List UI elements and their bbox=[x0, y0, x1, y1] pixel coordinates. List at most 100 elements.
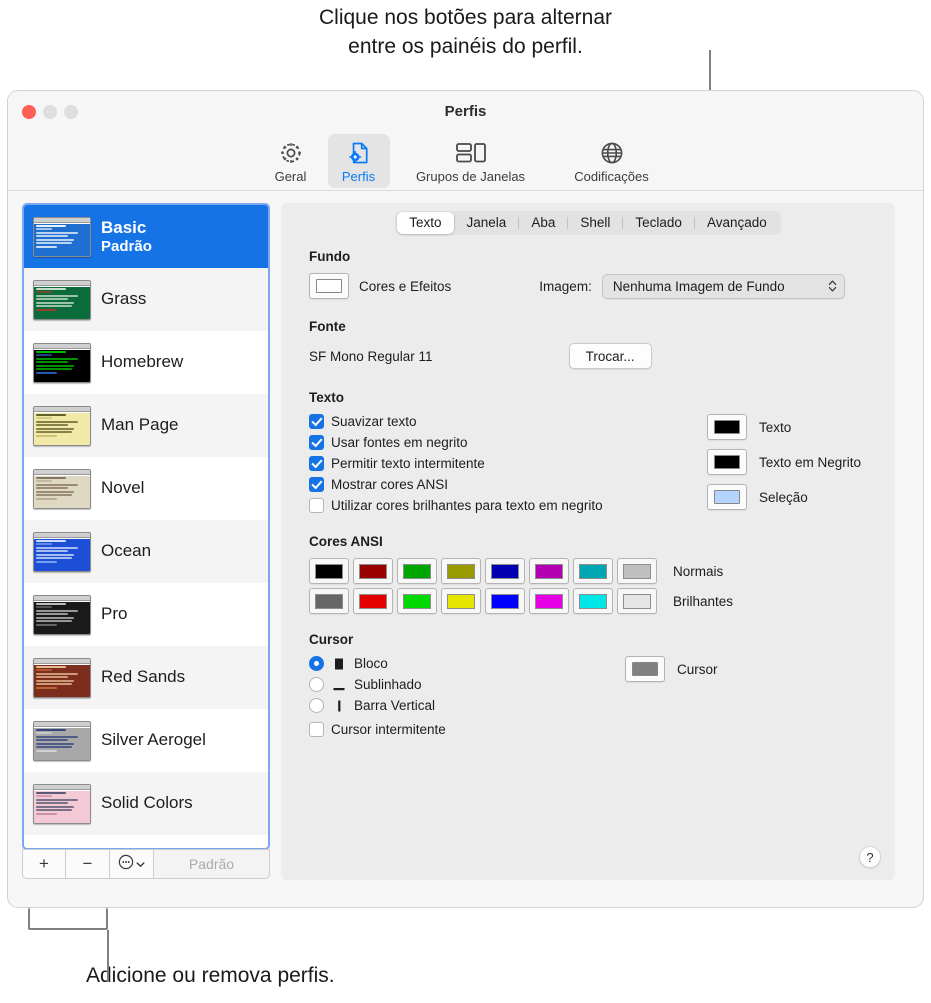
ansi-color-swatch-button[interactable] bbox=[309, 558, 349, 584]
ansi-color-swatch-button[interactable] bbox=[485, 588, 525, 614]
ansi-color-swatch-button[interactable] bbox=[485, 558, 525, 584]
tab-texto[interactable]: Texto bbox=[397, 212, 454, 234]
cursor-option-row[interactable]: Barra Vertical bbox=[309, 698, 609, 713]
window-groups-icon bbox=[455, 139, 487, 167]
ansi-row-label: Normais bbox=[673, 563, 724, 579]
cursor-color-swatch-button[interactable] bbox=[625, 656, 665, 682]
ansi-color-swatch bbox=[359, 563, 387, 579]
toolbar-item-geral[interactable]: Geral bbox=[260, 134, 322, 188]
cursor-option-row[interactable]: Bloco bbox=[309, 656, 609, 671]
cursor-blink-row[interactable]: Cursor intermitente bbox=[309, 722, 609, 737]
ansi-color-swatch bbox=[623, 593, 651, 609]
tab-janela[interactable]: Janela bbox=[455, 212, 519, 234]
background-color-swatch-button[interactable] bbox=[309, 273, 349, 299]
profile-thumbnail bbox=[33, 468, 91, 509]
callout-bottom-bracket bbox=[28, 908, 108, 930]
set-default-profile-button[interactable]: Padrão bbox=[154, 849, 270, 879]
text-color-swatch-button[interactable] bbox=[707, 484, 747, 510]
ansi-color-swatch-button[interactable] bbox=[353, 588, 393, 614]
ansi-color-swatch-button[interactable] bbox=[397, 588, 437, 614]
ansi-color-swatch-button[interactable] bbox=[617, 558, 657, 584]
ansi-color-swatch-button[interactable] bbox=[529, 588, 569, 614]
updown-chevron-icon bbox=[828, 279, 837, 294]
checkbox-label: Mostrar cores ANSI bbox=[331, 477, 449, 492]
profile-list-item[interactable]: Basic Padrão bbox=[24, 205, 268, 268]
tab-shell[interactable]: Shell bbox=[568, 212, 622, 234]
profile-list-item[interactable]: Solid Colors bbox=[24, 772, 268, 835]
ansi-color-swatch-button[interactable] bbox=[573, 588, 613, 614]
text-swatch-row: Texto bbox=[707, 414, 861, 440]
radio-button[interactable] bbox=[309, 698, 324, 713]
checkbox[interactable] bbox=[309, 435, 324, 450]
checkbox[interactable] bbox=[309, 456, 324, 471]
ansi-color-swatch-button[interactable] bbox=[573, 558, 613, 584]
profile-list-item[interactable]: Man Page bbox=[24, 394, 268, 457]
text-color-swatch-button[interactable] bbox=[707, 414, 747, 440]
ansi-color-swatch-button[interactable] bbox=[309, 588, 349, 614]
cursor-option-label: Barra Vertical bbox=[354, 698, 436, 713]
ansi-color-swatch bbox=[403, 563, 431, 579]
settings-tabbar[interactable]: Texto Janela Aba Shell Teclado Avançado bbox=[395, 211, 781, 235]
profile-name: Pro bbox=[101, 604, 128, 624]
ansi-color-swatch bbox=[579, 593, 607, 609]
checkbox[interactable] bbox=[309, 414, 324, 429]
text-checkbox-group: Suavizar texto Usar fontes em negrito Perm… bbox=[309, 414, 689, 519]
toolbar-item-codificacoes[interactable]: Codificações bbox=[552, 134, 672, 188]
profile-name: Silver Aerogel bbox=[101, 730, 206, 750]
profile-list-item[interactable]: Novel bbox=[24, 457, 268, 520]
checkbox[interactable] bbox=[309, 498, 324, 513]
profile-default-badge: Padrão bbox=[101, 238, 152, 256]
ansi-color-swatch-button[interactable] bbox=[529, 558, 569, 584]
profile-list-toolbar: + − Padrão bbox=[22, 849, 270, 879]
profile-list-item[interactable]: Ocean bbox=[24, 520, 268, 583]
add-profile-button[interactable]: + bbox=[22, 849, 66, 879]
remove-profile-button[interactable]: − bbox=[66, 849, 110, 879]
text-color-swatch-button[interactable] bbox=[707, 449, 747, 475]
profile-list-item[interactable]: Silver Aerogel bbox=[24, 709, 268, 772]
radio-button[interactable] bbox=[309, 656, 324, 671]
cursor-swatch-group: Cursor bbox=[625, 656, 718, 682]
cursor-option-row[interactable]: Sublinhado bbox=[309, 677, 609, 692]
background-image-label: Imagem: bbox=[539, 278, 592, 294]
toolbar-item-grupos-de-janelas[interactable]: Grupos de Janelas bbox=[396, 134, 546, 188]
ansi-color-swatch-button[interactable] bbox=[397, 558, 437, 584]
checkbox[interactable] bbox=[309, 477, 324, 492]
cursor-swatch-label: Cursor bbox=[677, 661, 718, 677]
gear-icon bbox=[278, 139, 304, 167]
text-checkbox-row[interactable]: Suavizar texto bbox=[309, 414, 689, 429]
profile-list-item[interactable]: Homebrew bbox=[24, 331, 268, 394]
ansi-color-swatch-button[interactable] bbox=[617, 588, 657, 614]
background-image-select[interactable]: Nenhuma Imagem de Fundo bbox=[601, 273, 845, 299]
text-color-swatch bbox=[714, 490, 740, 504]
checkbox[interactable] bbox=[309, 722, 324, 737]
profile-actions-menu-button[interactable] bbox=[110, 849, 154, 879]
help-button[interactable]: ? bbox=[859, 846, 881, 868]
preferences-toolbar: Geral Perfis Grupos de Janelas Codificaç… bbox=[8, 134, 923, 190]
tab-avançado[interactable]: Avançado bbox=[695, 212, 779, 234]
text-checkbox-row[interactable]: Usar fontes em negrito bbox=[309, 435, 689, 450]
profile-list-item[interactable]: Pro bbox=[24, 583, 268, 646]
radio-button[interactable] bbox=[309, 677, 324, 692]
section-title-fonte: Fonte bbox=[309, 319, 346, 334]
text-checkbox-row[interactable]: Utilizar cores brilhantes para texto em … bbox=[309, 498, 689, 513]
ansi-color-swatch-button[interactable] bbox=[353, 558, 393, 584]
text-swatch-label: Texto em Negrito bbox=[759, 454, 862, 470]
profile-list-item[interactable]: Grass bbox=[24, 268, 268, 331]
profile-thumbnail bbox=[33, 342, 91, 383]
tab-aba[interactable]: Aba bbox=[519, 212, 567, 234]
text-swatch-label: Texto bbox=[759, 419, 792, 435]
text-checkbox-row[interactable]: Mostrar cores ANSI bbox=[309, 477, 689, 492]
text-swatch-row: Seleção bbox=[707, 484, 861, 510]
toolbar-item-perfis[interactable]: Perfis bbox=[327, 134, 390, 188]
ansi-color-swatch bbox=[359, 593, 387, 609]
text-color-swatch bbox=[714, 420, 740, 434]
ansi-color-swatch-button[interactable] bbox=[441, 588, 481, 614]
profile-list[interactable]: Basic Padrão Grass Homebrew Man Page Novel Oce… bbox=[22, 203, 270, 850]
text-checkbox-row[interactable]: Permitir texto intermitente bbox=[309, 456, 689, 471]
change-font-button[interactable]: Trocar... bbox=[568, 343, 652, 369]
profile-list-item[interactable]: Red Sands bbox=[24, 646, 268, 709]
cursor-option-label: Bloco bbox=[354, 656, 388, 671]
preferences-window: Perfis Geral Perfis Grupos de Janelas Co… bbox=[7, 90, 924, 908]
ansi-color-swatch-button[interactable] bbox=[441, 558, 481, 584]
tab-teclado[interactable]: Teclado bbox=[623, 212, 694, 234]
